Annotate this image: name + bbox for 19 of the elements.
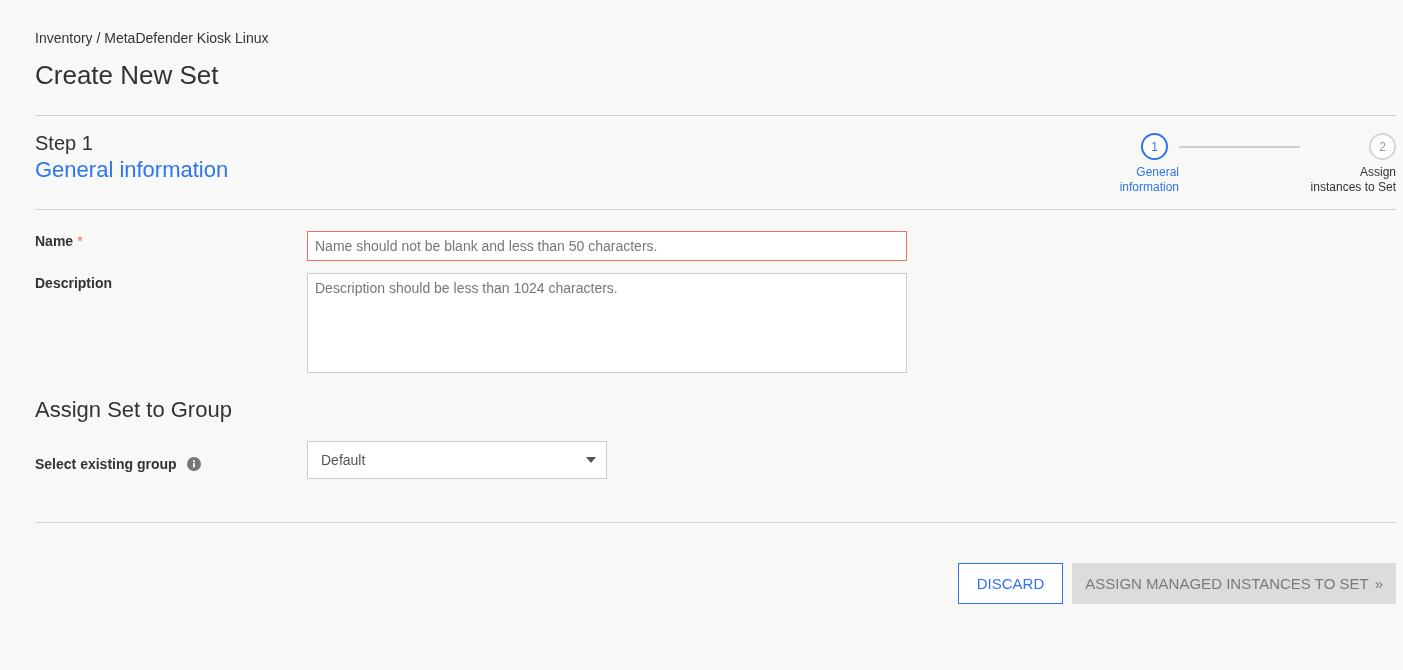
- step-label: Step 1: [35, 132, 94, 155]
- step-name: General information: [35, 157, 229, 183]
- required-mark: *: [77, 233, 83, 251]
- info-icon[interactable]: [186, 457, 201, 471]
- breadcrumb: Inventory / MetaDefender Kiosk Linux: [35, 30, 270, 46]
- page-title: Create New Set: [35, 60, 220, 91]
- group-select[interactable]: Default: [307, 441, 607, 479]
- field-label: Name: [35, 233, 74, 251]
- section-title: Assign Set to Group: [35, 397, 233, 423]
- step-circle[interactable]: 1: [1141, 133, 1168, 160]
- field-label: Description: [35, 275, 112, 293]
- field-label: Select existing group: [35, 456, 177, 472]
- caret-icon: [586, 457, 596, 463]
- step-circle[interactable]: 2: [1369, 133, 1396, 160]
- name-input[interactable]: Name should not be blank and less than 50 characters.: [307, 231, 907, 261]
- description-input[interactable]: Description should be less than 1024 characters.: [307, 273, 907, 373]
- step-title: General information: [1118, 165, 1179, 195]
- discard-button[interactable]: DISCARD: [957, 563, 1064, 604]
- step-title: Assign instances to Set: [1309, 165, 1396, 195]
